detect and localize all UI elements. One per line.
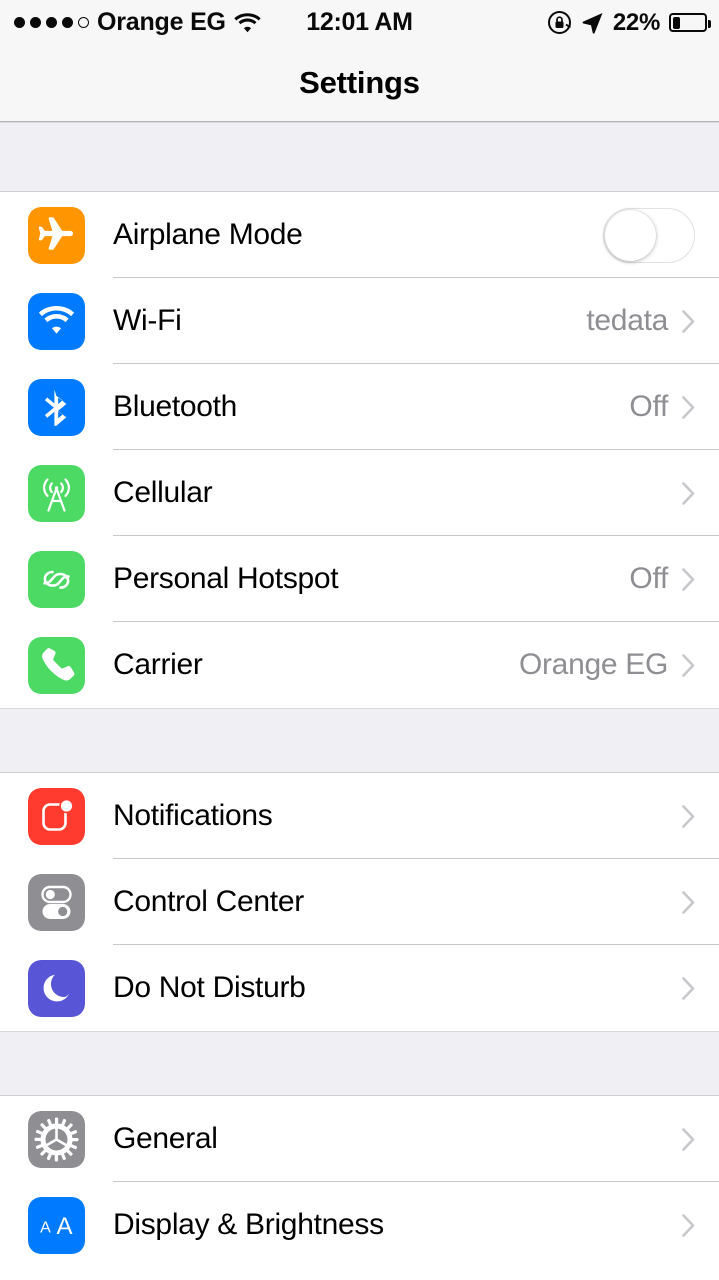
svg-text:A: A: [40, 1219, 51, 1236]
settings-row-accessory: [682, 1213, 695, 1237]
settings-row-label: Personal Hotspot: [113, 562, 339, 595]
hotspot-link-icon: [28, 550, 85, 608]
settings-row-cellular[interactable]: Cellular: [0, 450, 719, 536]
settings-row-accessory: [682, 481, 695, 505]
chevron-right-icon: [682, 653, 695, 677]
chevron-right-icon: [682, 309, 695, 333]
settings-row-accessory: [682, 1127, 695, 1151]
chevron-right-icon: [682, 567, 695, 591]
chevron-right-icon: [682, 890, 695, 914]
settings-row-general[interactable]: General: [0, 1096, 719, 1182]
iphone-settings-screen: Orange EG 12:01 AM 22% Settings Airplane…: [0, 0, 719, 1280]
settings-row-label: Airplane Mode: [113, 218, 303, 251]
notifications-badge-icon: [28, 787, 85, 845]
battery-fill: [672, 16, 680, 29]
settings-row-wi-fi[interactable]: Wi-Fi tedata: [0, 278, 719, 364]
settings-row-label: Notifications: [113, 799, 273, 832]
settings-row-label: Cellular: [113, 476, 213, 509]
settings-row-value: Orange EG: [518, 648, 668, 681]
settings-row-airplane-mode[interactable]: Airplane Mode: [0, 192, 719, 278]
text-size-aa-icon: AA: [28, 1196, 85, 1254]
rotation-lock-icon: [547, 10, 572, 35]
battery-icon: [669, 13, 711, 32]
cellular-antenna-icon: [28, 464, 85, 522]
settings-row-do-not-disturb[interactable]: Do Not Disturb: [0, 945, 719, 1031]
settings-row-accessory: [682, 976, 695, 1000]
status-bar-right: 22%: [547, 8, 711, 37]
phone-icon: [28, 636, 85, 694]
settings-row-label: Display & Brightness: [113, 1208, 384, 1241]
chevron-right-icon: [682, 976, 695, 1000]
status-bar: Orange EG 12:01 AM 22%: [0, 0, 719, 45]
navigation-bar: Settings: [0, 45, 719, 122]
control-center-toggles-icon: [28, 873, 85, 931]
wifi-icon: [28, 292, 85, 350]
settings-row-accessory: tedata: [586, 304, 695, 338]
chevron-right-icon: [682, 1213, 695, 1237]
settings-row-control-center[interactable]: Control Center: [0, 859, 719, 945]
chevron-right-icon: [682, 481, 695, 505]
settings-row-label: Control Center: [113, 885, 304, 918]
settings-group-alerts: Notifications Control Center Do Not Distur…: [0, 773, 719, 1031]
settings-row-label: General: [113, 1122, 218, 1155]
settings-group-connectivity: Airplane Mode Wi-Fi tedata Bluetooth Off Cell…: [0, 192, 719, 708]
settings-row-notifications[interactable]: Notifications: [0, 773, 719, 859]
airplane-mode-toggle[interactable]: [603, 207, 695, 263]
settings-row-label: Wi-Fi: [113, 304, 182, 337]
section-gap-system: [0, 1031, 719, 1096]
section-gap-alerts: [0, 708, 719, 773]
page-title: Settings: [299, 65, 420, 100]
settings-row-carrier[interactable]: Carrier Orange EG: [0, 622, 719, 708]
settings-row-value: tedata: [586, 304, 668, 337]
chevron-right-icon: [682, 395, 695, 419]
svg-text:A: A: [56, 1213, 72, 1240]
settings-row-accessory: Off: [629, 562, 695, 596]
airplane-icon: [28, 206, 85, 264]
section-gap-connectivity: [0, 122, 719, 192]
location-arrow-icon: [581, 11, 604, 34]
settings-row-label: Bluetooth: [113, 390, 238, 423]
settings-row-value: Off: [629, 390, 668, 423]
bluetooth-icon: [28, 378, 85, 436]
toggle-knob: [605, 209, 656, 261]
settings-row-label: Carrier: [113, 648, 203, 681]
settings-row-value: Off: [629, 562, 668, 595]
moon-icon: [28, 959, 85, 1017]
settings-row-accessory: [682, 890, 695, 914]
battery-percent-label: 22%: [612, 8, 660, 36]
settings-row-accessory: Off: [629, 390, 695, 424]
settings-row-display-brightness[interactable]: A A Display & Brightness: [0, 1182, 719, 1268]
gear-icon: [28, 1110, 85, 1168]
settings-row-accessory: [682, 804, 695, 828]
settings-row-personal-hotspot[interactable]: Personal Hotspot Off: [0, 536, 719, 622]
settings-group-system: General A A Display & Brightness: [0, 1096, 719, 1268]
settings-row-bluetooth[interactable]: Bluetooth Off: [0, 364, 719, 450]
settings-list: Airplane Mode Wi-Fi tedata Bluetooth Off Cell…: [0, 122, 719, 1268]
settings-row-label: Do Not Disturb: [113, 971, 306, 1004]
chevron-right-icon: [682, 1127, 695, 1151]
settings-row-accessory: Orange EG: [519, 648, 695, 682]
chevron-right-icon: [682, 804, 695, 828]
